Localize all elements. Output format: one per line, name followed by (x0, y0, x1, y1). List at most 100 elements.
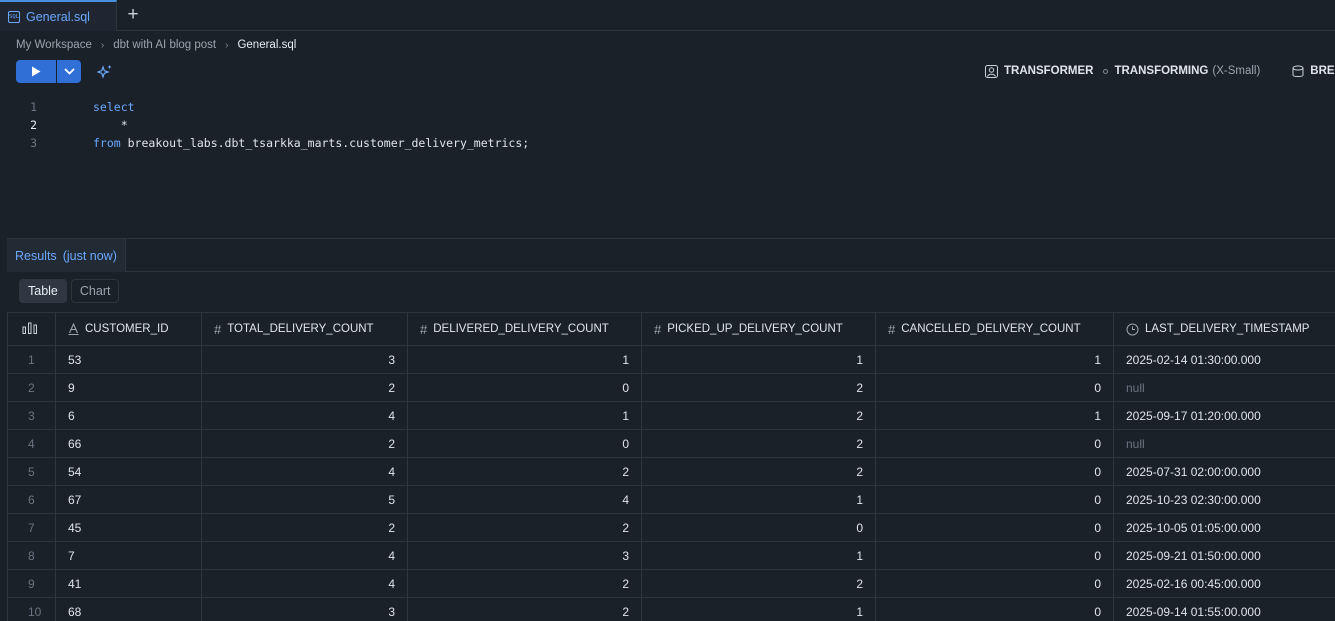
table-cell[interactable]: 0 (875, 541, 1114, 570)
table-cell[interactable]: 4 (201, 541, 408, 570)
table-cell[interactable]: 54 (55, 457, 202, 486)
table-cell[interactable]: 41 (55, 569, 202, 598)
text-type-icon (68, 323, 79, 335)
line-number: 3 (30, 136, 37, 150)
table-cell[interactable]: 2025-10-23 02:30:00.000 (1113, 485, 1335, 514)
table-cell[interactable]: 2 (641, 569, 876, 598)
editor-tab-strip: SQL General.sql + (0, 0, 1335, 31)
table-cell[interactable]: 1 (641, 597, 876, 621)
table-cell[interactable]: 2 (641, 401, 876, 430)
column-header[interactable]: # TOTAL_DELIVERY_COUNT (201, 312, 408, 346)
table-row[interactable]: 5 54 4 2 2 0 2025-07-31 02:00:00.000 (7, 457, 1335, 486)
column-header[interactable]: # CANCELLED_DELIVERY_COUNT (875, 312, 1114, 346)
chevron-right-icon: › (225, 39, 229, 51)
table-cell[interactable]: 2025-09-17 01:20:00.000 (1113, 401, 1335, 430)
table-row[interactable]: 8 7 4 3 1 0 2025-09-21 01:50:00.000 (7, 541, 1335, 570)
table-cell[interactable]: 2 (407, 457, 642, 486)
row-number: 10 (7, 597, 56, 621)
table-cell[interactable]: 0 (641, 513, 876, 542)
table-cell[interactable]: 2025-09-14 01:55:00.000 (1113, 597, 1335, 621)
table-cell[interactable]: 5 (201, 485, 408, 514)
table-cell[interactable]: 2 (407, 513, 642, 542)
table-cell[interactable]: 1 (407, 345, 642, 374)
code-line: 3 from breakout_labs.dbt_tsarkka_marts.c… (0, 134, 1335, 152)
table-cell[interactable]: 66 (55, 429, 202, 458)
table-cell[interactable]: 2 (201, 513, 408, 542)
results-tab-label: Results (15, 248, 57, 263)
breadcrumb-workspace[interactable]: My Workspace (16, 39, 92, 51)
column-header[interactable]: CUSTOMER_ID (55, 312, 202, 346)
table-cell[interactable]: 68 (55, 597, 202, 621)
table-cell[interactable]: 2025-09-21 01:50:00.000 (1113, 541, 1335, 570)
table-cell[interactable]: 0 (407, 429, 642, 458)
table-row[interactable]: 9 41 4 2 2 0 2025-02-16 00:45:00.000 (7, 569, 1335, 598)
table-cell[interactable]: 67 (55, 485, 202, 514)
play-icon (32, 66, 41, 77)
table-cell[interactable]: 2 (201, 429, 408, 458)
table-cell[interactable]: 0 (875, 597, 1114, 621)
table-cell[interactable]: 2 (407, 597, 642, 621)
table-cell[interactable]: 0 (875, 373, 1114, 402)
table-cell[interactable]: 0 (875, 429, 1114, 458)
table-cell[interactable]: 1 (641, 345, 876, 374)
column-stats-toggle[interactable] (7, 312, 56, 346)
column-header[interactable]: # DELIVERED_DELIVERY_COUNT (407, 312, 642, 346)
ai-assist-button[interactable] (95, 62, 115, 82)
table-cell[interactable]: 2025-02-16 00:45:00.000 (1113, 569, 1335, 598)
table-row[interactable]: 3 6 4 1 2 1 2025-09-17 01:20:00.000 (7, 401, 1335, 430)
table-cell[interactable]: 53 (55, 345, 202, 374)
table-view-button[interactable]: Table (19, 279, 67, 303)
table-cell[interactable]: 1 (407, 401, 642, 430)
table-cell[interactable]: 2025-02-14 01:30:00.000 (1113, 345, 1335, 374)
table-cell[interactable]: 6 (55, 401, 202, 430)
session-context[interactable]: TRANSFORMER TRANSFORMING (X-Small) BREAK (985, 63, 1335, 79)
table-cell[interactable]: 0 (875, 513, 1114, 542)
table-cell[interactable]: 45 (55, 513, 202, 542)
tab-results[interactable]: Results (just now) (7, 239, 126, 272)
table-cell[interactable]: 1 (875, 345, 1114, 374)
table-cell[interactable]: 0 (875, 485, 1114, 514)
table-row[interactable]: 4 66 2 0 2 0 null (7, 429, 1335, 458)
table-cell[interactable]: 1 (641, 541, 876, 570)
table-row[interactable]: 6 67 5 4 1 0 2025-10-23 02:30:00.000 (7, 485, 1335, 514)
table-cell[interactable]: 4 (201, 569, 408, 598)
table-cell[interactable]: 2 (407, 569, 642, 598)
tab-general-sql[interactable]: SQL General.sql (0, 0, 117, 31)
table-cell[interactable]: 0 (875, 457, 1114, 486)
table-cell[interactable]: 4 (201, 401, 408, 430)
table-cell[interactable]: 2 (641, 457, 876, 486)
column-header[interactable]: LAST_DELIVERY_TIMESTAMP (1113, 312, 1335, 346)
column-header[interactable]: # PICKED_UP_DELIVERY_COUNT (641, 312, 876, 346)
table-cell[interactable]: 2 (641, 429, 876, 458)
table-cell[interactable]: 4 (407, 485, 642, 514)
number-type-icon: # (214, 321, 222, 337)
table-cell[interactable]: 0 (407, 373, 642, 402)
row-number: 1 (7, 345, 56, 374)
table-cell[interactable]: 1 (641, 485, 876, 514)
table-cell[interactable]: null (1113, 373, 1335, 402)
chart-view-button[interactable]: Chart (70, 279, 120, 303)
table-cell[interactable]: null (1113, 429, 1335, 458)
table-row[interactable]: 2 9 2 0 2 0 null (7, 373, 1335, 402)
table-cell[interactable]: 7 (55, 541, 202, 570)
table-cell[interactable]: 0 (875, 569, 1114, 598)
table-cell[interactable]: 1 (875, 401, 1114, 430)
table-cell[interactable]: 2025-10-05 01:05:00.000 (1113, 513, 1335, 542)
sql-editor[interactable]: 1 select 2 * 3 from breakout_labs.dbt_ts… (0, 98, 1335, 238)
run-options-button[interactable] (57, 60, 81, 83)
table-cell[interactable]: 4 (201, 457, 408, 486)
new-tab-button[interactable]: + (121, 4, 145, 26)
table-cell[interactable]: 3 (407, 541, 642, 570)
breadcrumb-folder[interactable]: dbt with AI blog post (113, 39, 216, 51)
table-cell[interactable]: 2 (641, 373, 876, 402)
code-text: breakout_labs.dbt_tsarkka_marts.customer… (120, 136, 530, 150)
table-row[interactable]: 10 68 3 2 1 0 2025-09-14 01:55:00.000 (7, 597, 1335, 621)
table-cell[interactable]: 9 (55, 373, 202, 402)
table-cell[interactable]: 2025-07-31 02:00:00.000 (1113, 457, 1335, 486)
run-button[interactable] (16, 60, 56, 83)
table-cell[interactable]: 2 (201, 373, 408, 402)
table-cell[interactable]: 3 (201, 345, 408, 374)
table-cell[interactable]: 3 (201, 597, 408, 621)
table-row[interactable]: 1 53 3 1 1 1 2025-02-14 01:30:00.000 (7, 345, 1335, 374)
table-row[interactable]: 7 45 2 2 0 0 2025-10-05 01:05:00.000 (7, 513, 1335, 542)
